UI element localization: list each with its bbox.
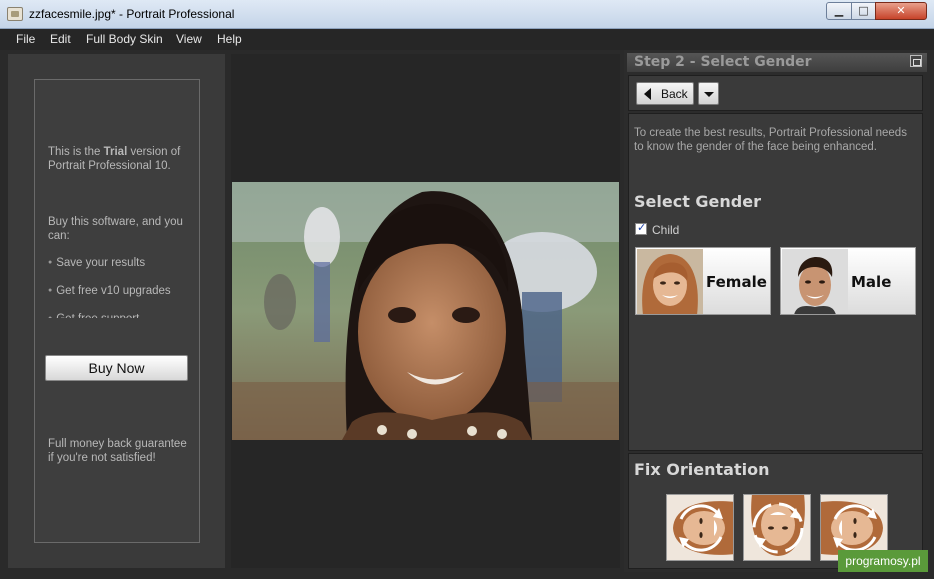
minimize-button[interactable]: ▁ [826,2,852,20]
fix-orientation-title: Fix Orientation [634,460,770,479]
window-title: zzfacesmile.jpg* - Portrait Professional [29,7,235,21]
rotate-left-button[interactable] [666,494,734,561]
watermark: programosy.pl [838,550,928,572]
child-checkbox[interactable] [635,221,647,235]
female-label: Female [706,273,767,291]
step-title: Step 2 - Select Gender [634,54,812,70]
trial-notice-bold: Trial [103,146,128,158]
title-bar: zzfacesmile.jpg* - Portrait Professional… [0,0,934,29]
rotate-180-button[interactable] [743,494,811,561]
menu-file[interactable]: File [16,32,35,46]
portrait-photo[interactable] [232,182,619,440]
close-button[interactable]: ✕ [875,2,927,20]
trial-notice-post: version of [127,146,181,158]
benefit-item: Get free v10 upgrades [48,285,170,297]
gender-intro-text: To create the best results, Portrait Pro… [634,127,907,153]
menu-edit[interactable]: Edit [50,32,71,46]
male-face-icon [782,249,848,314]
back-button-label: Back [661,87,688,101]
maximize-button[interactable]: □ [851,2,876,20]
benefit-item: Get free support [48,313,139,318]
back-arrow-icon [644,88,651,100]
benefit-item: Save your results [48,257,145,269]
male-button[interactable]: Male [780,247,916,315]
trial-product-name: Portrait Professional 10. [48,160,171,172]
rotate-icon [751,495,805,556]
trial-notice-pre: This is the [48,146,104,158]
male-label: Male [851,273,892,291]
menu-full-body-skin[interactable]: Full Body Skin [86,32,163,46]
menu-view[interactable]: View [176,32,202,46]
back-button[interactable]: Back [636,82,694,105]
buy-now-button[interactable]: Buy Now [45,355,188,381]
buy-intro: Buy this software, and you can: [48,216,183,242]
steps-dropdown-button[interactable] [698,82,719,105]
female-face-icon [637,249,703,314]
restore-window-icon[interactable] [910,55,922,67]
menu-help[interactable]: Help [217,32,242,46]
select-gender-title: Select Gender [634,192,761,211]
app-document-icon[interactable] [7,7,23,21]
rotate-icon [673,501,733,555]
child-label: Child [652,223,680,237]
trial-notice: This is the Trial version of Portrait Pr… [48,145,188,173]
menu-bar: File Edit Full Body Skin View Help [0,29,934,50]
guarantee-text: Full money back guarantee if you're not … [48,438,187,464]
female-button[interactable]: Female [635,247,771,315]
trial-box: This is the Trial version of Portrait Pr… [34,79,200,543]
